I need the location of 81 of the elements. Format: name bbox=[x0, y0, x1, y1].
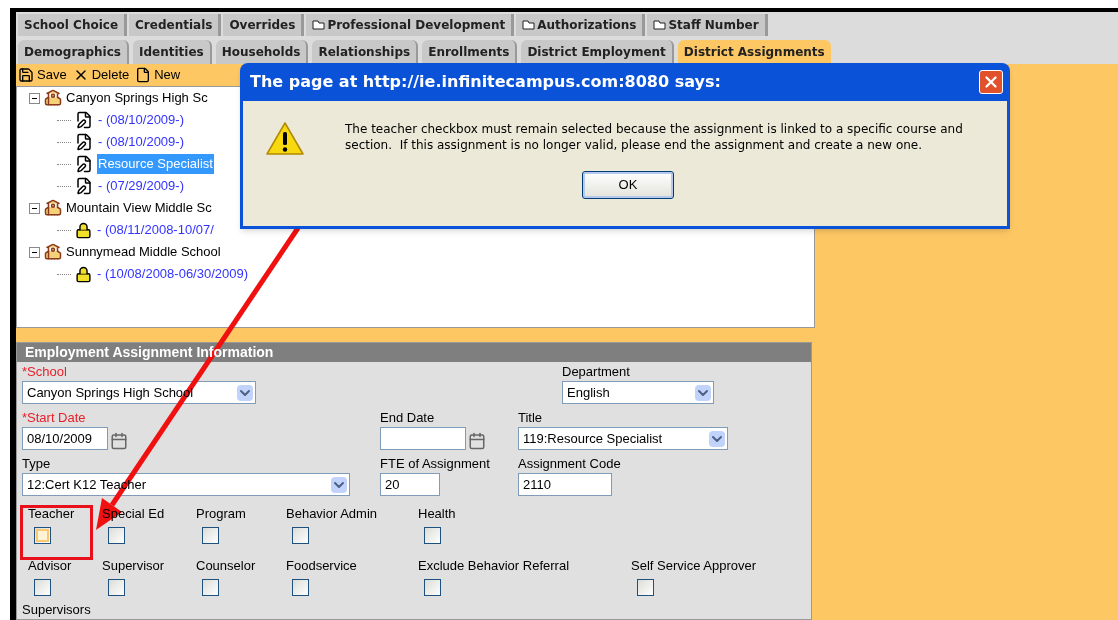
document-edit-icon bbox=[75, 155, 93, 173]
checkbox[interactable] bbox=[34, 579, 51, 596]
checkbox-label: Program bbox=[196, 506, 246, 521]
tree-item[interactable]: - (08/11/2008-10/07/ bbox=[96, 220, 215, 240]
dialog-message: The teacher checkbox must remain selected because the assignment is linked to a specific course and section. If this assignment is no longer valid, please end the assignment and create a new one. bbox=[345, 121, 964, 154]
dialog-title: The page at http://ie.infinitecampus.com:8080 says: bbox=[250, 71, 721, 93]
tab[interactable]: Households bbox=[215, 40, 309, 64]
field-label: Supervisors bbox=[22, 602, 91, 617]
tree-item[interactable]: - (08/10/2009-) bbox=[97, 132, 185, 152]
tree-item[interactable]: Mountain View Middle Sc bbox=[66, 198, 212, 218]
date-field[interactable]: 08/10/2009 bbox=[22, 427, 108, 450]
checkbox-label: Self Service Approver bbox=[631, 558, 756, 573]
tab[interactable]: School Choice bbox=[18, 14, 128, 36]
tree-item[interactable]: - (07/29/2009-) bbox=[97, 176, 185, 196]
checkbox-label: Teacher bbox=[28, 506, 75, 521]
tab[interactable]: Credentials bbox=[129, 14, 222, 36]
checkbox-label: Behavior Admin bbox=[286, 506, 378, 521]
checkbox[interactable] bbox=[202, 579, 219, 596]
calendar-icon[interactable] bbox=[110, 432, 128, 450]
school-icon bbox=[44, 243, 62, 261]
checkbox[interactable] bbox=[108, 579, 125, 596]
collapse-icon[interactable] bbox=[29, 246, 40, 258]
tab[interactable]: Identities bbox=[132, 40, 212, 64]
lock-icon bbox=[75, 221, 92, 239]
field-label: *School bbox=[22, 364, 67, 380]
tree-item[interactable]: - (10/08/2008-06/30/2009) bbox=[96, 264, 250, 284]
dropdown[interactable]: English bbox=[562, 381, 714, 404]
text-field[interactable]: 2110 bbox=[518, 473, 612, 496]
field-label: Type bbox=[22, 456, 51, 472]
date-field[interactable] bbox=[380, 427, 466, 450]
tab[interactable]: Staff Number bbox=[647, 14, 768, 36]
checkbox[interactable] bbox=[424, 527, 441, 544]
toolbar-button[interactable]: Save bbox=[17, 65, 68, 85]
tab[interactable]: Enrollments bbox=[422, 40, 518, 64]
checkbox-label: Health bbox=[418, 506, 456, 521]
checkbox-label: Supervisor bbox=[102, 558, 165, 573]
tab[interactable]: Professional Development bbox=[306, 14, 515, 36]
field-label: *Start Date bbox=[22, 410, 86, 426]
checkbox[interactable] bbox=[424, 579, 441, 596]
checkbox-label: Foodservice bbox=[286, 558, 357, 573]
document-edit-icon bbox=[75, 111, 93, 129]
school-icon bbox=[44, 199, 62, 217]
save-icon bbox=[18, 67, 34, 83]
document-edit-icon bbox=[75, 133, 93, 151]
warning-icon bbox=[265, 121, 305, 157]
field-label: Assignment Code bbox=[518, 456, 621, 472]
checkbox[interactable] bbox=[292, 527, 309, 544]
checkbox[interactable] bbox=[108, 527, 125, 544]
checkbox-label: Exclude Behavior Referral bbox=[418, 558, 570, 573]
tree-item[interactable]: - (08/10/2009-) bbox=[97, 110, 185, 130]
close-icon bbox=[982, 73, 1000, 91]
field-label: Department bbox=[562, 364, 630, 380]
tab[interactable]: Overrides bbox=[223, 14, 305, 36]
checkbox-label: Counselor bbox=[196, 558, 256, 573]
checkbox-label: Advisor bbox=[28, 558, 72, 573]
toolbar-button[interactable]: Delete bbox=[71, 65, 131, 85]
tab[interactable]: Demographics bbox=[18, 40, 129, 64]
field-label: End Date bbox=[380, 410, 435, 426]
tree-item[interactable]: Sunnymead Middle School bbox=[66, 242, 221, 262]
ok-button[interactable]: OK bbox=[582, 171, 674, 199]
new-document-icon bbox=[135, 67, 152, 83]
dropdown[interactable]: 119:Resource Specialist bbox=[518, 427, 728, 450]
close-button[interactable] bbox=[979, 70, 1003, 94]
collapse-icon[interactable] bbox=[29, 92, 40, 104]
field-label: Title bbox=[518, 410, 543, 426]
document-edit-icon bbox=[75, 177, 93, 195]
toolbar-button[interactable]: New bbox=[134, 65, 182, 85]
tab[interactable]: Relationships bbox=[312, 40, 419, 64]
collapse-icon[interactable] bbox=[29, 202, 40, 214]
calendar-icon[interactable] bbox=[468, 432, 486, 450]
lock-icon bbox=[75, 265, 92, 283]
tab[interactable]: Authorizations bbox=[516, 14, 646, 36]
checkbox[interactable] bbox=[292, 579, 309, 596]
tab[interactable]: District Employment bbox=[521, 40, 674, 64]
school-icon bbox=[44, 89, 62, 107]
checkbox[interactable] bbox=[202, 527, 219, 544]
field-label: FTE of Assignment bbox=[380, 456, 490, 472]
checkbox[interactable] bbox=[637, 579, 654, 596]
tree-item[interactable]: Canyon Springs High Sc bbox=[66, 88, 208, 108]
text-field[interactable]: 20 bbox=[380, 473, 440, 496]
tab[interactable]: District Assignments bbox=[677, 40, 831, 64]
